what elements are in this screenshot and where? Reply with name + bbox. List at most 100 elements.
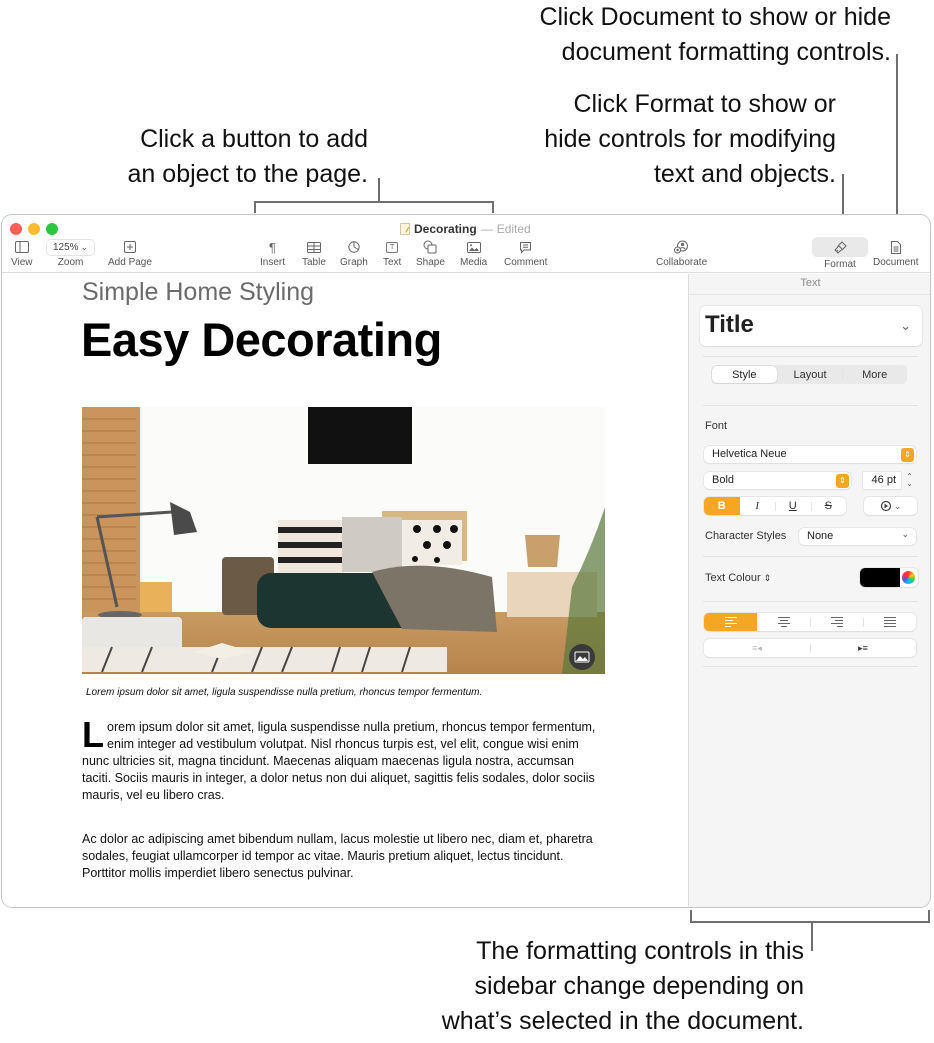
add-page-button[interactable]: Add Page xyxy=(108,239,152,268)
pages-window: Decorating — Edited View 125% ⌄ Zoom Add … xyxy=(1,214,931,908)
table-button[interactable]: Table xyxy=(302,239,326,268)
font-size-field[interactable]: 46 pt xyxy=(863,472,901,489)
body-paragraph-1[interactable]: Lorem ipsum dolor sit amet, ligula suspe… xyxy=(82,717,602,804)
minimize-button[interactable] xyxy=(28,223,40,235)
callout-insert: Click a button to add an object to the p… xyxy=(128,122,368,192)
callout-insert-bracket xyxy=(254,201,494,203)
sidebar-tabs: Style Layout More xyxy=(711,365,907,384)
body-paragraph-2[interactable]: Ac dolor ac adipiscing amet bibendum nul… xyxy=(82,831,602,882)
character-styles-label: Character Styles xyxy=(705,530,787,542)
callout-format-line2: hide controls for modifying xyxy=(544,125,836,153)
format-button[interactable]: Format xyxy=(812,237,868,270)
italic-button[interactable]: I xyxy=(740,497,776,515)
table-label: Table xyxy=(302,257,326,268)
title-separator: — xyxy=(480,222,493,236)
edited-status: Edited xyxy=(496,222,531,236)
underline-button[interactable]: U xyxy=(775,497,811,515)
collaborate-icon xyxy=(674,239,689,255)
callout-document-line1: Click Document to show or hide xyxy=(539,3,891,31)
align-right-button[interactable] xyxy=(810,613,863,631)
zoom-select[interactable]: 125% ⌄ xyxy=(46,239,96,256)
increase-indent-icon: ▸≡ xyxy=(858,642,868,653)
colour-wheel-icon[interactable] xyxy=(902,571,915,584)
gear-icon xyxy=(880,500,891,512)
text-box-glyph: T xyxy=(386,241,399,253)
zoom-label: Zoom xyxy=(57,257,84,268)
align-left-button[interactable] xyxy=(704,613,757,631)
pie-chart-icon xyxy=(348,239,360,255)
collaborate-button[interactable]: Collaborate xyxy=(656,239,707,268)
callout-format-line1: Click Format to show or xyxy=(573,90,836,118)
callout-insert-line2: an object to the page. xyxy=(127,160,368,188)
living-room-photo[interactable] xyxy=(82,407,605,674)
shape-label: Shape xyxy=(416,257,445,268)
align-right-icon xyxy=(830,617,843,627)
collaborate-label: Collaborate xyxy=(656,257,708,268)
paintbrush-icon xyxy=(812,237,868,257)
callout-format-line3: text and objects. xyxy=(653,160,836,188)
paragraph-style-selector[interactable]: Title ⌄ xyxy=(700,306,922,346)
text-colour-well[interactable] xyxy=(860,568,918,587)
align-center-icon xyxy=(777,617,790,627)
text-button[interactable]: T Text xyxy=(383,239,401,268)
increase-indent-button[interactable]: ▸≡ xyxy=(810,639,916,657)
tab-style[interactable]: Style xyxy=(712,366,777,383)
callout-format: Click Format to show or hide controls fo… xyxy=(544,87,836,192)
character-styles-select[interactable]: None ⌄ xyxy=(799,528,916,545)
strikethrough-button[interactable]: S xyxy=(810,497,847,515)
callout-insert-bracket-left xyxy=(254,201,256,213)
document-button[interactable]: Document xyxy=(873,239,919,268)
justify-button[interactable] xyxy=(863,613,916,631)
decrease-indent-icon: ≡◂ xyxy=(752,642,762,653)
font-family-select[interactable]: Helvetica Neue ⇕ xyxy=(704,446,916,463)
tab-more[interactable]: More xyxy=(842,365,907,384)
updown-icon: ⇕ xyxy=(836,474,849,488)
font-typeface-select[interactable]: Bold ⇕ xyxy=(704,472,851,489)
align-center-button[interactable] xyxy=(757,613,810,631)
text-colour-label[interactable]: Text Colour ⇕ xyxy=(705,572,771,584)
media-label: Media xyxy=(460,257,488,268)
tab-style-label: Style xyxy=(732,368,757,381)
insert-label: Insert xyxy=(260,257,286,268)
add-page-label: Add Page xyxy=(108,257,152,268)
justify-icon xyxy=(883,617,896,627)
view-button[interactable]: View xyxy=(11,239,33,268)
graph-button[interactable]: Graph xyxy=(340,239,368,268)
callout-document-line2: document formatting controls. xyxy=(561,38,891,66)
close-button[interactable] xyxy=(10,223,22,235)
document-canvas[interactable]: Simple Home Styling Easy Decorating Lore… xyxy=(2,274,688,907)
advanced-options-button[interactable]: ⌄ xyxy=(864,497,917,515)
document-title[interactable]: Easy Decorating xyxy=(81,312,442,367)
chevron-down-icon: ⌄ xyxy=(900,318,911,333)
zoom-window-button[interactable] xyxy=(46,223,58,235)
photo-caption[interactable]: Lorem ipsum dolor sit amet, ligula suspe… xyxy=(86,687,482,698)
format-sidebar: Text Title ⌄ Style Layout More Font Helv… xyxy=(688,274,930,907)
comment-button[interactable]: Comment xyxy=(504,239,547,268)
divider xyxy=(703,405,918,406)
sidebar-header: Text xyxy=(800,277,821,289)
document-subtitle[interactable]: Simple Home Styling xyxy=(82,278,314,307)
bold-button[interactable]: B xyxy=(704,497,740,515)
updown-icon: ⇕ xyxy=(901,448,914,462)
divider xyxy=(703,356,918,357)
underline-glyph: U xyxy=(788,500,797,512)
text-colour-label-text: Text Colour xyxy=(705,572,761,584)
media-button[interactable]: Media xyxy=(460,239,487,268)
tab-layout[interactable]: Layout xyxy=(778,365,843,384)
plus-square-icon xyxy=(123,239,136,255)
font-family-value: Helvetica Neue xyxy=(712,448,787,460)
paragraph-1-text: orem ipsum dolor sit amet, ligula suspen… xyxy=(82,720,596,802)
pilcrow-icon: ¶ xyxy=(269,239,276,255)
zoom-control[interactable]: 125% ⌄ Zoom xyxy=(46,239,96,268)
divider xyxy=(703,666,918,667)
bold-glyph: B xyxy=(717,500,726,512)
shape-button[interactable]: Shape xyxy=(416,239,445,268)
updown-icon: ⇕ xyxy=(763,573,772,583)
callout-sidebar-line1: The formatting controls in this xyxy=(476,937,804,965)
decrease-indent-button[interactable]: ≡◂ xyxy=(704,639,810,657)
callout-sidebar-bracket-right xyxy=(928,910,930,922)
shape-icon xyxy=(423,239,437,255)
italic-glyph: I xyxy=(755,500,760,512)
font-size-stepper[interactable]: ⌃ ⌄ xyxy=(904,471,915,489)
insert-button[interactable]: ¶ Insert xyxy=(260,239,286,269)
